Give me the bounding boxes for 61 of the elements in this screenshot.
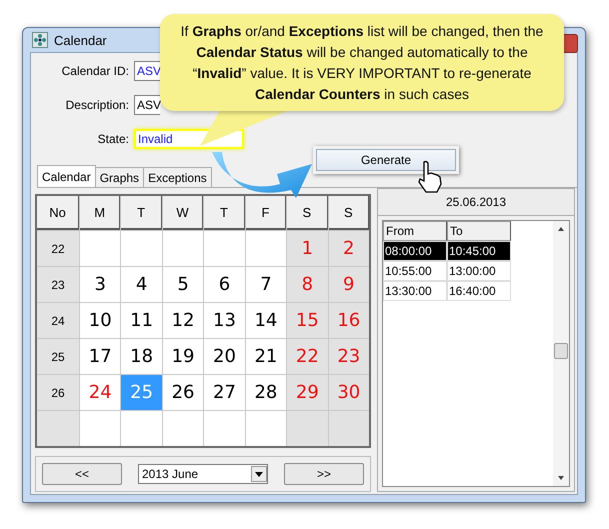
column-header: T [121, 196, 162, 230]
day-cell[interactable]: 24 [80, 375, 120, 410]
column-header: S [287, 196, 328, 230]
table-cell[interactable]: 13:30:00 [383, 281, 447, 301]
table-cell[interactable]: 10:45:00 [447, 241, 511, 261]
close-button[interactable] [563, 34, 578, 53]
scrollbar-thumb[interactable] [554, 343, 568, 359]
table-cell[interactable]: 16:40:00 [447, 281, 511, 301]
column-header: From [383, 221, 447, 241]
day-cell[interactable]: 6 [204, 267, 245, 302]
scroll-up-icon[interactable] [556, 225, 566, 233]
table-cell[interactable]: 10:55:00 [383, 261, 447, 281]
column-header: To [447, 221, 511, 241]
week-number-cell: 23 [37, 267, 79, 302]
tab[interactable]: Calendar [37, 165, 96, 187]
column-header: T [204, 196, 245, 230]
window-title: Calendar [54, 32, 107, 48]
column-header: M [80, 196, 120, 230]
day-cell[interactable]: 12 [162, 303, 204, 338]
callout-text: If Graphs or/and Exceptions list will be changed, then the Calendar Status will be changed automatically to the “Invalid” value. It is VERY IMPORTANT to re-generate Calendar Counters in such cases [180, 22, 544, 104]
tab[interactable]: Graphs [94, 167, 144, 187]
column-header: F [246, 196, 286, 230]
table-cell[interactable]: 08:00:00 [383, 241, 447, 261]
column-header: No [37, 196, 79, 230]
day-cell[interactable]: 17 [80, 339, 120, 374]
previous-month-button[interactable]: << [42, 463, 122, 485]
day-cell[interactable]: 3 [80, 267, 120, 302]
tab[interactable]: Exceptions [143, 167, 212, 187]
next-month-button[interactable]: >> [284, 463, 364, 485]
column-header: S [328, 196, 369, 230]
text-field[interactable]: ASV [134, 61, 160, 81]
date-header: 25.06.2013 [378, 189, 574, 216]
table-cell[interactable]: 13:00:00 [447, 261, 511, 281]
day-cell[interactable]: 28 [246, 375, 286, 410]
day-cell[interactable]: 26 [162, 375, 204, 410]
day-cell[interactable]: 18 [121, 339, 162, 374]
column-header: W [162, 196, 204, 230]
day-cell[interactable]: 27 [204, 375, 245, 410]
day-cell[interactable]: 4 [121, 267, 162, 302]
day-cell[interactable]: 21 [246, 339, 286, 374]
field-label: State: [96, 132, 129, 146]
day-cell[interactable]: 19 [162, 339, 204, 374]
week-number-cell: 24 [37, 303, 79, 338]
text-field[interactable]: ASV [134, 95, 160, 115]
day-cell[interactable]: 14 [246, 303, 286, 338]
week-number-cell: 25 [37, 339, 79, 374]
day-cell[interactable]: 5 [162, 267, 204, 302]
day-cell[interactable]: 13 [204, 303, 245, 338]
field-label: Description: [64, 98, 129, 112]
day-cell[interactable]: 7 [246, 267, 286, 302]
month-dropdown[interactable]: 2013 June [138, 464, 268, 484]
day-cell[interactable]: 10 [80, 303, 120, 338]
generate-button[interactable]: Generate [316, 149, 456, 171]
field-label: Calendar ID: [60, 64, 129, 78]
scrollbar[interactable] [553, 221, 569, 486]
scroll-down-icon[interactable] [556, 474, 566, 482]
day-cell[interactable]: 11 [121, 303, 162, 338]
flower-icon [32, 32, 48, 48]
week-number-cell: 26 [37, 375, 79, 410]
week-number-cell: 22 [37, 231, 79, 266]
day-cell[interactable]: 20 [204, 339, 245, 374]
